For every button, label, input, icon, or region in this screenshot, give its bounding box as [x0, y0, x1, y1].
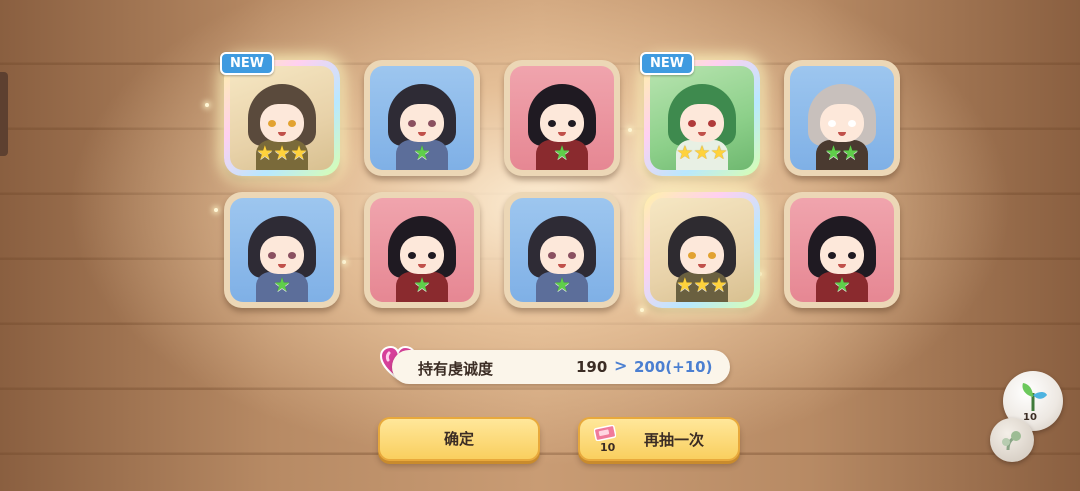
secondary-orb-button[interactable] — [990, 418, 1034, 462]
green-star-icon: ★ — [413, 274, 431, 296]
green-star-icon: ★ — [842, 142, 860, 164]
result-card[interactable]: ★ — [364, 192, 480, 308]
devotion-current: 190 — [576, 358, 608, 376]
sprout-icon — [1002, 431, 1021, 451]
result-card[interactable]: ★ — [504, 60, 620, 176]
green-star-icon: ★ — [553, 274, 571, 296]
green-star-icon: ★ — [413, 142, 431, 164]
rarity-stars: ★ — [370, 142, 474, 164]
green-star-icon: ★ — [553, 142, 571, 164]
redraw-label: 再抽一次 — [644, 431, 705, 449]
gold-star-icon: ★ — [710, 142, 728, 164]
rarity-stars: ★ — [510, 274, 614, 296]
devotion-arrow: > — [614, 356, 628, 375]
devotion-label: 持有虔诚度 — [418, 360, 494, 378]
gold-star-icon: ★ — [290, 142, 308, 164]
card-portrait: ★★★ — [650, 66, 754, 170]
card-portrait: ★ — [510, 66, 614, 170]
new-badge: NEW — [640, 52, 695, 75]
result-card[interactable]: NEW ★★★ — [220, 52, 340, 176]
result-card[interactable]: ★ — [504, 192, 620, 308]
green-star-icon: ★ — [273, 274, 291, 296]
gacha-result-screen: NEW ★★★ ★ ★ NEW ★★★ ★★ ★ ★ ★ ★★★ ★ 持有虔诚度 190 > 200(… — [0, 0, 1080, 491]
card-portrait: ★ — [370, 198, 474, 302]
rarity-stars: ★★★ — [650, 142, 754, 164]
result-card[interactable]: ★★★ — [644, 192, 760, 308]
result-card[interactable]: ★ — [364, 60, 480, 176]
card-portrait: ★ — [370, 66, 474, 170]
gold-star-icon: ★ — [273, 142, 291, 164]
rarity-stars: ★★ — [790, 142, 894, 164]
card-portrait: ★ — [230, 198, 334, 302]
ticket-icon — [594, 425, 616, 441]
rarity-stars: ★ — [510, 142, 614, 164]
gold-star-icon: ★ — [693, 142, 711, 164]
gold-star-icon: ★ — [256, 142, 274, 164]
result-card-grid: NEW ★★★ ★ ★ NEW ★★★ ★★ ★ ★ ★ ★★★ ★ — [0, 0, 1080, 320]
green-star-icon: ★ — [833, 274, 851, 296]
card-portrait: ★ — [510, 198, 614, 302]
rarity-stars: ★ — [790, 274, 894, 296]
card-portrait: ★★★ — [230, 66, 334, 170]
gold-star-icon: ★ — [710, 274, 728, 296]
result-card[interactable]: NEW ★★★ — [640, 52, 760, 176]
card-portrait: ★ — [790, 198, 894, 302]
result-card[interactable]: ★ — [224, 192, 340, 308]
devotion-after: 200(+10) — [634, 358, 713, 376]
new-badge: NEW — [220, 52, 275, 75]
result-card[interactable]: ★ — [784, 192, 900, 308]
card-portrait: ★★ — [790, 66, 894, 170]
gold-star-icon: ★ — [693, 274, 711, 296]
result-card[interactable]: ★★ — [784, 60, 900, 176]
confirm-button[interactable]: 确定 — [378, 417, 540, 461]
rarity-stars: ★ — [370, 274, 474, 296]
rarity-stars: ★★★ — [650, 274, 754, 296]
redraw-ticket-count: 10 — [600, 441, 616, 454]
green-star-icon: ★ — [824, 142, 842, 164]
rarity-stars: ★★★ — [230, 142, 334, 164]
gold-star-icon: ★ — [676, 142, 694, 164]
gold-star-icon: ★ — [676, 274, 694, 296]
card-portrait: ★★★ — [650, 198, 754, 302]
rarity-stars: ★ — [230, 274, 334, 296]
